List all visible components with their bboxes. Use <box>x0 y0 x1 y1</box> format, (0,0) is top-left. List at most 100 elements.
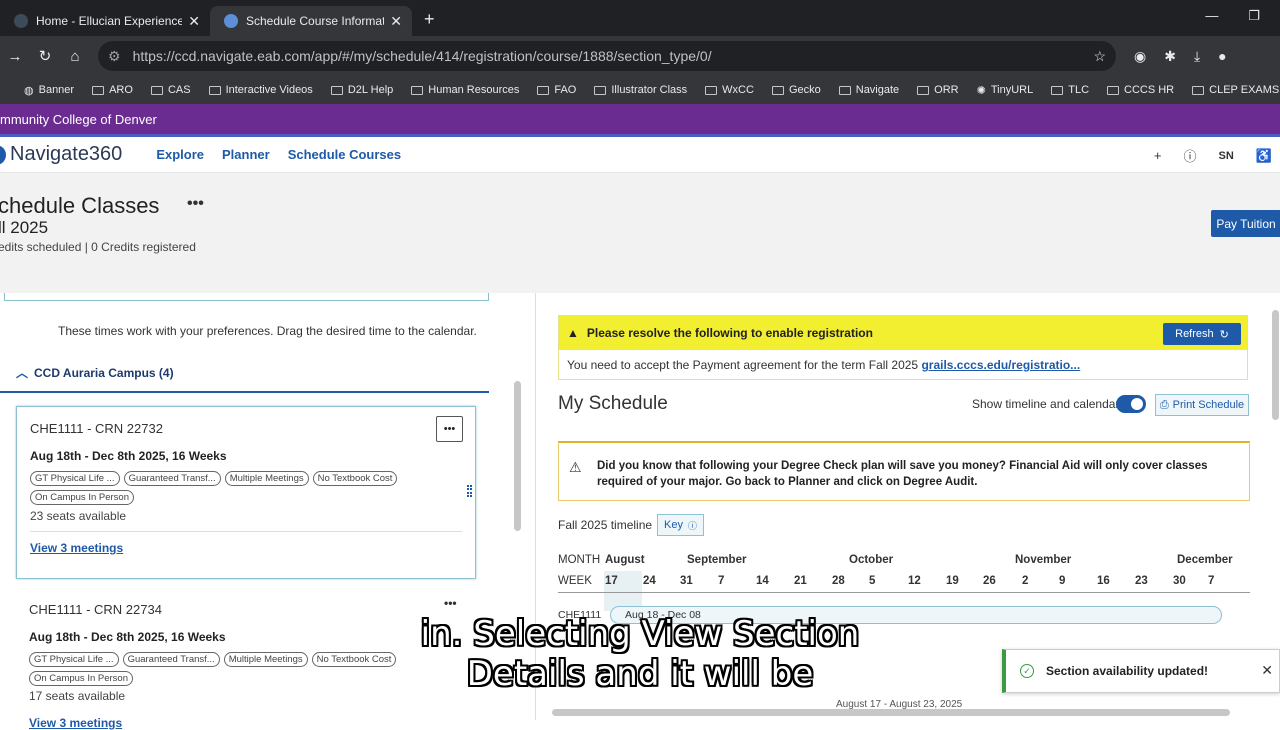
bookmark-label: D2L Help <box>347 84 394 96</box>
tag: No Textbook Cost <box>312 471 398 486</box>
bookmark-star-icon[interactable]: ☆ <box>1093 48 1106 65</box>
success-toast: ✓ Section availability updated! ✕ <box>1002 649 1280 693</box>
forward-icon[interactable]: → <box>0 48 30 65</box>
url-field[interactable]: ⚙ https://ccd.navigate.eab.com/app/#/my/… <box>98 41 1116 71</box>
print-schedule-button[interactable]: ⎙ Print Schedule <box>1155 394 1249 416</box>
filter-box[interactable] <box>4 293 489 301</box>
tag: GT Physical Life ... <box>30 471 120 486</box>
bookmark-orr[interactable]: ORR <box>917 84 959 96</box>
divider <box>30 531 462 532</box>
bookmark-aro[interactable]: ARO <box>92 84 133 96</box>
accessibility-icon[interactable]: ♿ <box>1256 148 1272 164</box>
navigate360-logo[interactable]: Navigate360 <box>0 143 122 166</box>
site-info-icon[interactable]: ⚙ <box>108 48 121 65</box>
bookmark-navigate[interactable]: Navigate <box>838 84 899 96</box>
bookmark-illustrator-class[interactable]: Illustrator Class <box>594 84 687 96</box>
horizontal-scrollbar[interactable] <box>536 706 1280 718</box>
folder-icon <box>917 85 930 95</box>
week-label: 24 <box>643 575 656 587</box>
bookmark-gecko[interactable]: Gecko <box>771 84 821 96</box>
week-label: 19 <box>946 575 959 587</box>
my-schedule-heading: My Schedule <box>558 393 668 414</box>
bookmark-cccs-hr[interactable]: CCCS HR <box>1107 84 1174 96</box>
navbar-actions: + ⓘ SN ♿ <box>1154 146 1272 165</box>
close-icon[interactable]: ✕ <box>390 13 402 30</box>
drag-handle-icon[interactable] <box>467 485 472 497</box>
bookmark-cas[interactable]: CAS <box>150 84 191 96</box>
refresh-icon: ↻ <box>1219 328 1229 341</box>
tag: Guaranteed Transf... <box>122 652 220 667</box>
new-tab-button[interactable]: + <box>424 9 435 30</box>
bookmark-fao[interactable]: FAO <box>537 84 576 96</box>
window-controls: — ❐ <box>1205 8 1260 24</box>
caption-line: Details and it will be <box>466 654 814 694</box>
scroll-thumb[interactable] <box>552 709 1230 716</box>
scroll-thumb[interactable] <box>514 381 521 531</box>
folder-icon <box>92 85 105 95</box>
campus-group-toggle[interactable]: ︿ CCD Auraria Campus (4) <box>16 364 174 381</box>
add-icon[interactable]: + <box>1154 148 1162 163</box>
more-options-icon[interactable]: ••• <box>187 195 204 213</box>
bookmark-tinyurl[interactable]: ✺ TinyURL <box>977 84 1034 97</box>
extension-icon[interactable]: ◉ <box>1134 48 1146 65</box>
bookmark-wxcc[interactable]: WxCC <box>705 84 754 96</box>
right-scrollbar[interactable] <box>1272 310 1279 420</box>
section-more-button[interactable]: ••• <box>444 596 457 610</box>
payment-agreement-link[interactable]: grails.cccs.edu/registratio... <box>921 358 1080 372</box>
bookmark-label: TLC <box>1068 84 1090 96</box>
tag: Multiple Meetings <box>224 471 309 486</box>
minimize-icon[interactable]: — <box>1205 8 1218 24</box>
caption-line: in. Selecting View Section <box>420 614 860 654</box>
download-icon[interactable]: ⤓ <box>1194 48 1200 65</box>
bookmark-banner[interactable]: ◍ Banner <box>24 84 74 97</box>
week-label: 30 <box>1173 575 1186 587</box>
restore-icon[interactable]: ❐ <box>1248 8 1260 24</box>
campus-label: CCD Auraria Campus (4) <box>34 366 174 380</box>
refresh-button[interactable]: Refresh ↻ <box>1163 323 1241 345</box>
tinyurl-icon: ✺ <box>976 84 986 97</box>
bookmark-label: ORR <box>934 84 959 96</box>
section-dates: Aug 18th - Dec 8th 2025, 16 Weeks <box>29 630 226 644</box>
timeline-toggle[interactable] <box>1116 395 1146 413</box>
browser-tab-strip: Home - Ellucian Experience ✕ Schedule Co… <box>0 0 1280 36</box>
bookmark-human-resources[interactable]: Human Resources <box>411 84 519 96</box>
reload-icon[interactable]: ↻ <box>30 47 60 65</box>
view-meetings-link[interactable]: View 3 meetings <box>29 716 122 730</box>
bookmark-clep-exams[interactable]: CLEP EXAMS <box>1192 84 1279 96</box>
browser-tab-home[interactable]: Home - Ellucian Experience ✕ <box>0 6 210 36</box>
bookmark-label: CCCS HR <box>1124 84 1175 96</box>
week-label: 17 <box>605 575 618 587</box>
folder-icon <box>1107 85 1120 95</box>
seats-available: 17 seats available <box>29 689 126 703</box>
section-card[interactable]: CHE1111 - CRN 22732 ••• Aug 18th - Dec 8… <box>16 406 476 579</box>
nav-explore[interactable]: Explore <box>156 147 204 162</box>
close-icon[interactable]: ✕ <box>188 13 200 30</box>
app-navbar: Navigate360 Explore Planner Schedule Cou… <box>0 137 1280 173</box>
nav-schedule-courses[interactable]: Schedule Courses <box>288 147 401 162</box>
pay-tuition-button[interactable]: Pay Tuition <box>1211 210 1280 237</box>
section-crn: CHE1111 - CRN 22732 <box>30 421 163 436</box>
help-icon[interactable]: ⓘ <box>1184 146 1197 165</box>
chevron-up-icon: ︿ <box>16 366 29 380</box>
bookmark-interactive-videos[interactable]: Interactive Videos <box>208 84 313 96</box>
view-meetings-link[interactable]: View 3 meetings <box>30 541 123 555</box>
home-icon[interactable]: ⌂ <box>60 48 90 65</box>
week-label: 9 <box>1059 575 1066 587</box>
browser-tab-schedule[interactable]: Schedule Course Information | N ✕ <box>210 6 412 36</box>
bookmark-d2l-help[interactable]: D2L Help <box>330 84 394 96</box>
bookmark-label: Banner <box>38 84 75 96</box>
section-more-button[interactable]: ••• <box>436 416 463 442</box>
week-label: 7 <box>718 575 725 587</box>
puzzle-icon[interactable]: ✱ <box>1164 48 1176 65</box>
alert-text: You need to accept the Payment agreement… <box>567 358 922 372</box>
user-avatar[interactable]: SN <box>1219 150 1234 162</box>
key-button[interactable]: Key ⓘ <box>657 514 704 536</box>
profile-icon[interactable]: ● <box>1218 48 1226 65</box>
bookmark-tlc[interactable]: TLC <box>1051 84 1089 96</box>
close-icon[interactable]: ✕ <box>1261 662 1273 679</box>
nav-planner[interactable]: Planner <box>222 147 270 162</box>
page-title: chedule Classes <box>0 193 160 218</box>
preference-note: These times work with your preferences. … <box>58 324 477 338</box>
divider <box>0 391 489 393</box>
tag: GT Physical Life ... <box>29 652 119 667</box>
